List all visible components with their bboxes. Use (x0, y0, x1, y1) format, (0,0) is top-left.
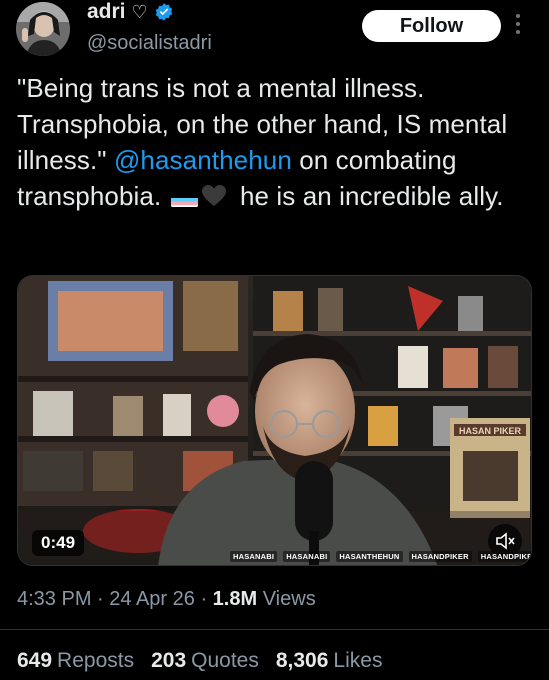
author-name-row: adri ♡ (87, 0, 174, 24)
author-avatar[interactable] (16, 2, 70, 56)
quotes-label: Quotes (191, 649, 259, 672)
views-count: 1.8M (212, 588, 258, 610)
tweet-metadata: 4:33 PM · 24 Apr 26 · 1.8M Views (17, 588, 316, 611)
likes-count: 8,306 (275, 649, 329, 672)
tweet-time[interactable]: 4:33 PM (17, 588, 91, 610)
author-name-suffix: ♡ (131, 1, 148, 22)
views-label: Views (262, 588, 316, 610)
poster-sign-text: HASAN PIKER (459, 426, 522, 436)
video-duration: 0:49 (32, 530, 85, 556)
video-thumbnail: HASAN PIKER (18, 276, 531, 565)
social-handle: HASANABI (283, 551, 331, 562)
reposts-label: Reposts (57, 649, 135, 672)
reposts-count: 649 (17, 649, 53, 672)
divider (0, 629, 549, 630)
tweet-text: "Being trans is not a mental illness. Tr… (17, 70, 532, 217)
transgender-flag-icon (170, 189, 198, 207)
author-handle[interactable]: @socialistadri (87, 32, 212, 55)
verified-badge-icon (155, 3, 172, 21)
reposts-stat[interactable]: 649 Reposts (17, 649, 134, 673)
author-name[interactable]: adri (87, 0, 126, 24)
tweet-text-after: he is an incredible ally. (232, 181, 504, 211)
social-handle: HASANABI (230, 551, 278, 562)
mention-link[interactable]: @hasanthehun (114, 145, 292, 175)
engagement-stats: 649 Reposts 203 Quotes 8,306 Likes (17, 649, 382, 673)
video-player[interactable]: HASAN PIKER 0:49 HASANABI HASANABI HASAN… (17, 275, 532, 566)
tweet-date[interactable]: 24 Apr 26 (109, 588, 195, 610)
follow-button[interactable]: Follow (362, 10, 501, 42)
avatar-image (16, 2, 70, 56)
separator-dot: · (97, 588, 110, 610)
social-handle: HASANDPIKER (477, 551, 531, 562)
social-handle: HASANDPIKER (408, 551, 472, 562)
separator-dot: · (200, 588, 213, 610)
quotes-stat[interactable]: 203 Quotes (151, 649, 259, 673)
social-handle: HASANTHEHUN (336, 551, 403, 562)
likes-stat[interactable]: 8,306 Likes (276, 649, 383, 673)
black-heart-icon (201, 181, 227, 217)
likes-label: Likes (333, 649, 383, 672)
more-options-icon[interactable] (514, 14, 522, 38)
stream-social-handles: HASANABI HASANABI HASANTHEHUN HASANDPIKE… (230, 551, 531, 562)
quotes-count: 203 (151, 649, 187, 672)
